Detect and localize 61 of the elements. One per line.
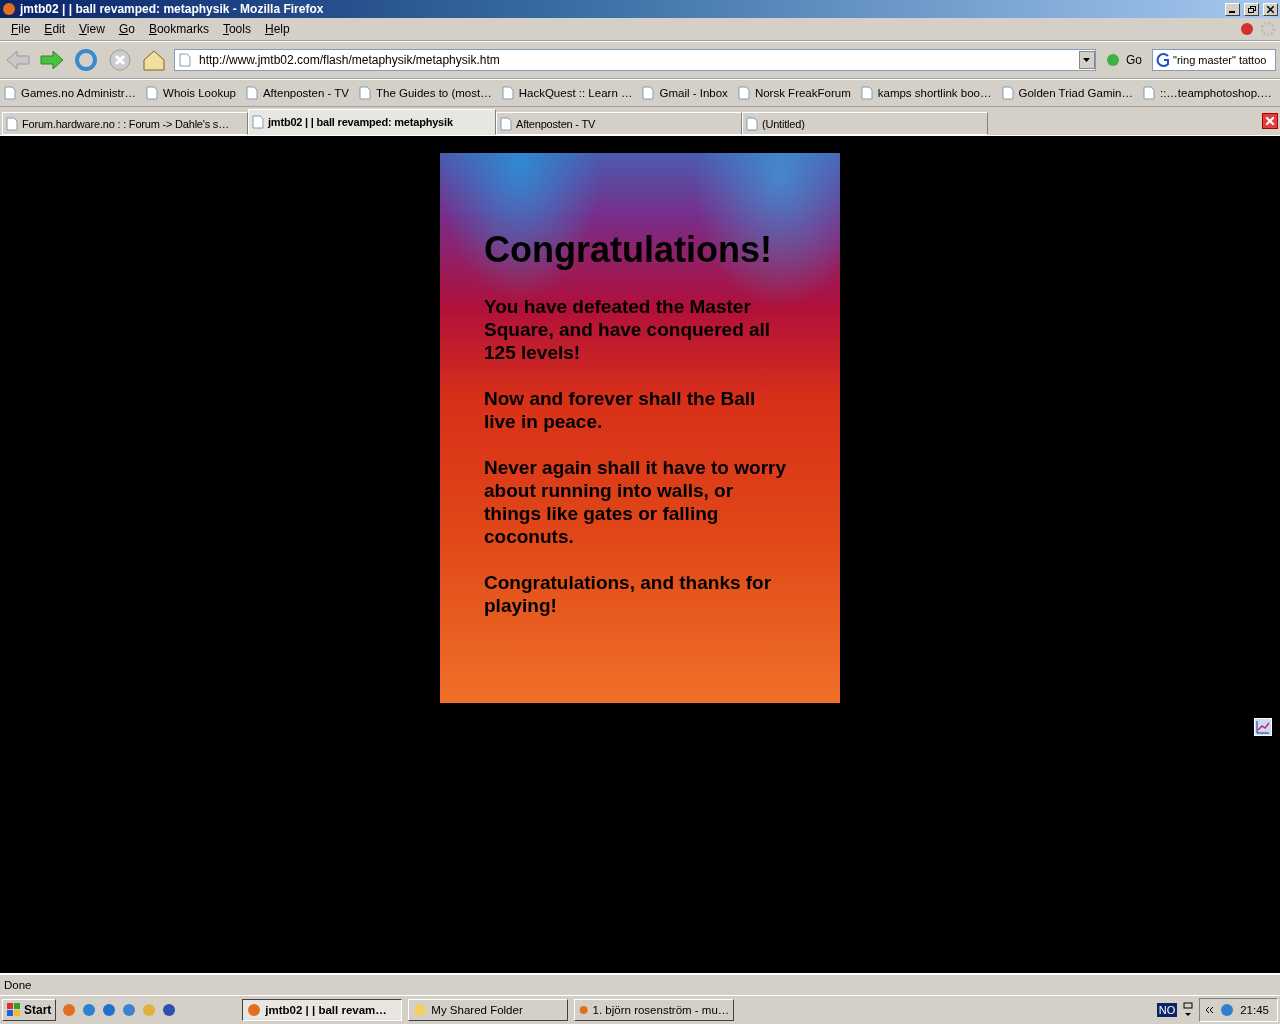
status-text: Done [4, 979, 32, 991]
menu-item[interactable]: Tools [215, 22, 258, 36]
chart-icon[interactable] [1254, 718, 1272, 736]
chevron-icon[interactable] [1204, 1005, 1215, 1015]
page-icon [245, 86, 258, 100]
bookmark-item[interactable]: ::…teamphotoshop.… [1142, 86, 1272, 100]
url-field[interactable]: http://www.jmtb02.com/flash/metaphysik/metaphysik.htm [197, 52, 1073, 68]
bookmark-item[interactable]: The Guides to (most… [359, 86, 492, 100]
go-button[interactable]: Go [1102, 53, 1146, 67]
close-button[interactable] [1263, 2, 1278, 16]
bookmark-item[interactable]: Whois Lookup [146, 86, 236, 100]
address-bar[interactable]: http://www.jmtb02.com/flash/metaphysik/metaphysik.htm [174, 49, 1096, 71]
page-icon [746, 116, 758, 131]
window-icon[interactable] [1183, 1002, 1194, 1018]
language-indicator[interactable]: NO [1156, 1003, 1178, 1017]
minimize-button[interactable] [1225, 2, 1240, 16]
restore-button[interactable] [1244, 2, 1259, 16]
page-icon [6, 116, 18, 131]
dropdown-button[interactable] [1079, 51, 1095, 69]
message-paragraph: Now and forever shall the Ball live in peace. [484, 387, 757, 433]
menu-item[interactable]: View [72, 22, 112, 36]
page-icon [179, 53, 191, 67]
caret-icon [1083, 58, 1091, 62]
bookmark-item[interactable]: HackQuest :: Learn … [501, 86, 633, 100]
bookmark-item[interactable]: kamps shortlink boo… [860, 86, 992, 100]
message-paragraph: You have defeated the Master Square, and have conquered all 125 levels! [484, 295, 772, 364]
taskbar-button[interactable]: My Shared Folder [408, 999, 569, 1021]
menu-item[interactable]: Edit [37, 22, 73, 36]
menu-item[interactable]: Go [111, 22, 142, 36]
taskbar-button[interactable]: 1. björn rosenström - mu… [574, 999, 735, 1021]
clock: 21:45 [1240, 1004, 1269, 1016]
throbber-icon [1260, 21, 1276, 37]
windows-logo-icon [7, 1003, 21, 1017]
bookmark-item[interactable]: Norsk FreakForum [737, 86, 851, 100]
page-icon [860, 86, 873, 100]
close-icon [1267, 5, 1274, 13]
bookmark-item[interactable]: Gmail - Inbox [642, 86, 728, 100]
tab[interactable]: jmtb02 | | ball revamped: metaphysik [248, 109, 496, 135]
menu-item[interactable]: Help [257, 22, 297, 36]
start-button[interactable]: Start [2, 999, 57, 1021]
window-title: jmtb02 | | ball revamped: metaphysik - Mozilla Firefox [20, 2, 325, 16]
message-paragraph: Never again shall it have to worry about running into walls, or things like gates or falling coconuts. [484, 456, 787, 548]
restore-icon [1247, 5, 1256, 13]
menu-item[interactable]: Bookmarks [141, 22, 216, 36]
taskbar-button[interactable]: jmtb02 | | ball revam… [242, 999, 403, 1021]
menu-item[interactable]: File [4, 22, 38, 36]
bookmark-item[interactable]: Golden Triad Gamin… [1001, 86, 1133, 100]
search-field[interactable]: "ring master" tattoo [1152, 49, 1276, 71]
congratulations-heading: Congratulations! [484, 229, 773, 271]
message-paragraph: Congratulations, and thanks for playing! [484, 571, 773, 617]
close-tab-icon[interactable] [1262, 113, 1278, 129]
tab[interactable]: Forum.hardware.no : : Forum -> Dahle's s… [2, 112, 248, 135]
page-icon [500, 116, 512, 131]
page-icon [252, 115, 264, 129]
tab[interactable]: (Untitled) [742, 112, 988, 135]
tab[interactable]: Aftenposten - TV [496, 112, 742, 135]
search-engine-icon[interactable] [1155, 52, 1171, 68]
bookmark-item[interactable]: Games.no Administr… [4, 86, 137, 100]
bookmark-item[interactable]: Aftenposten - TV [245, 86, 349, 100]
stop-icon[interactable] [106, 46, 134, 74]
page-icon [359, 86, 371, 100]
